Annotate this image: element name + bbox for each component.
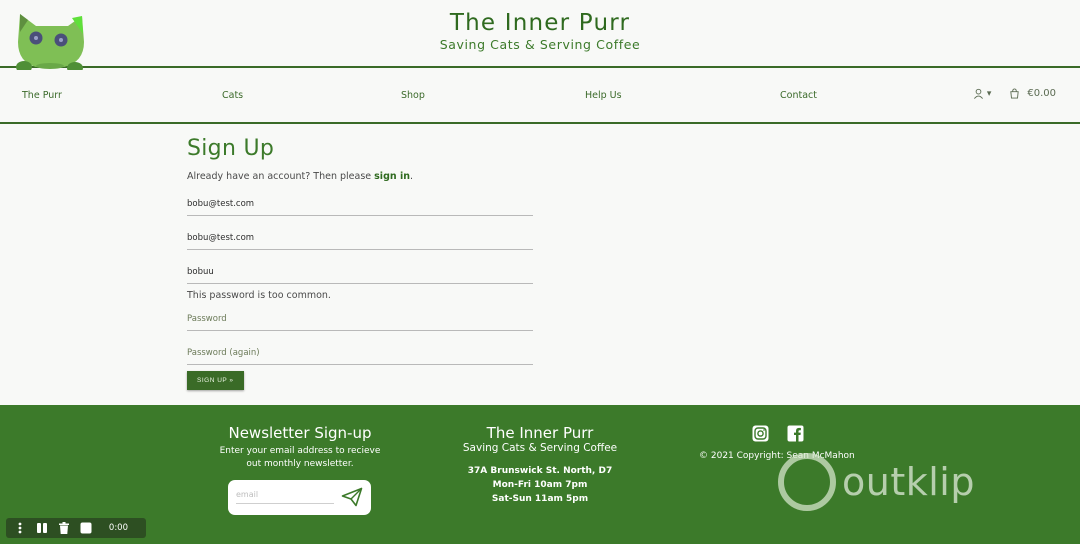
newsletter-title: Newsletter Sign-up: [228, 424, 372, 442]
facebook-icon[interactable]: [787, 425, 804, 442]
instagram-icon[interactable]: [752, 425, 769, 442]
newsletter-form: [228, 480, 371, 515]
page: The Inner Purr Saving Cats & Serving Cof…: [0, 0, 1080, 544]
nav-item-help-us[interactable]: Help Us: [585, 90, 622, 101]
email-field[interactable]: [187, 199, 533, 209]
signin-prompt: Already have an account? Then please sig…: [187, 171, 533, 182]
brand-subtitle: Saving Cats & Serving Coffee: [439, 37, 641, 52]
cart-icon: [1010, 88, 1020, 99]
newsletter-email-input[interactable]: [236, 490, 334, 504]
password-again-field[interactable]: [187, 348, 533, 358]
nav-item-contact[interactable]: Contact: [780, 90, 817, 101]
newsletter-text-1: Enter your email address to recieve: [219, 446, 381, 456]
username-field-wrap: [187, 250, 533, 284]
main-nav: The Purr Cats Shop Help Us Contact ▾ €0.…: [0, 70, 1080, 124]
signup-button[interactable]: SIGN UP »: [187, 371, 244, 390]
password-field[interactable]: [187, 314, 533, 324]
account-caret: ▾: [986, 88, 992, 99]
site-header: The Inner Purr Saving Cats & Serving Cof…: [0, 0, 1080, 74]
signin-prompt-text: Already have an account? Then please: [187, 171, 372, 182]
footer-hours-weekend: Sat-Sun 11am 5pm: [491, 494, 589, 504]
email-confirm-field[interactable]: [187, 233, 533, 243]
outklip-logo-icon: [778, 453, 836, 511]
newsletter-text-2: out monthly newsletter.: [246, 459, 354, 469]
trash-icon[interactable]: [58, 522, 70, 534]
signin-prompt-end: .: [409, 171, 413, 182]
nav-item-the-purr[interactable]: The Purr: [22, 90, 62, 101]
nav-icons: ▾ €0.00: [973, 88, 1056, 99]
nav-item-cats[interactable]: Cats: [222, 90, 243, 101]
footer-brand-section: The Inner Purr Saving Cats & Serving Cof…: [440, 424, 640, 506]
send-icon[interactable]: [341, 487, 363, 507]
social-links: [752, 425, 804, 442]
account-menu[interactable]: ▾: [973, 88, 992, 99]
password-error: This password is too common.: [187, 290, 331, 301]
footer-brand-title: The Inner Purr: [486, 424, 594, 442]
user-icon: [973, 88, 983, 99]
stop-icon[interactable]: [80, 522, 92, 534]
recorder-controls: 0:00: [6, 518, 146, 538]
username-field[interactable]: [187, 267, 533, 277]
brand-title[interactable]: The Inner Purr: [0, 10, 1080, 36]
signin-link[interactable]: sign in: [374, 171, 410, 182]
newsletter-section: Newsletter Sign-up Enter your email addr…: [210, 424, 390, 471]
outklip-watermark: outklip: [778, 452, 1018, 512]
email-field-wrap: [187, 182, 533, 216]
pause-icon[interactable]: [36, 522, 48, 534]
recording-time: 0:00: [108, 523, 128, 533]
brand: The Inner Purr Saving Cats & Serving Cof…: [0, 10, 1080, 52]
password-field-wrap: [187, 301, 533, 331]
nav-item-shop[interactable]: Shop: [401, 90, 425, 101]
email-confirm-field-wrap: [187, 216, 533, 250]
signup-form: Sign Up Already have an account? Then pl…: [187, 136, 533, 390]
cart-link[interactable]: €0.00: [1009, 88, 1056, 99]
password-again-field-wrap: [187, 331, 533, 365]
footer-brand-sub: Saving Cats & Serving Coffee: [462, 442, 618, 454]
menu-dots-icon[interactable]: [14, 522, 26, 534]
footer-hours-weekday: Mon-Fri 10am 7pm: [492, 480, 588, 490]
page-title: Sign Up: [187, 136, 275, 161]
footer-address: 37A Brunswick St. North, D7: [467, 466, 613, 476]
cart-total: €0.00: [1027, 88, 1056, 99]
watermark-text: outklip: [842, 460, 975, 504]
